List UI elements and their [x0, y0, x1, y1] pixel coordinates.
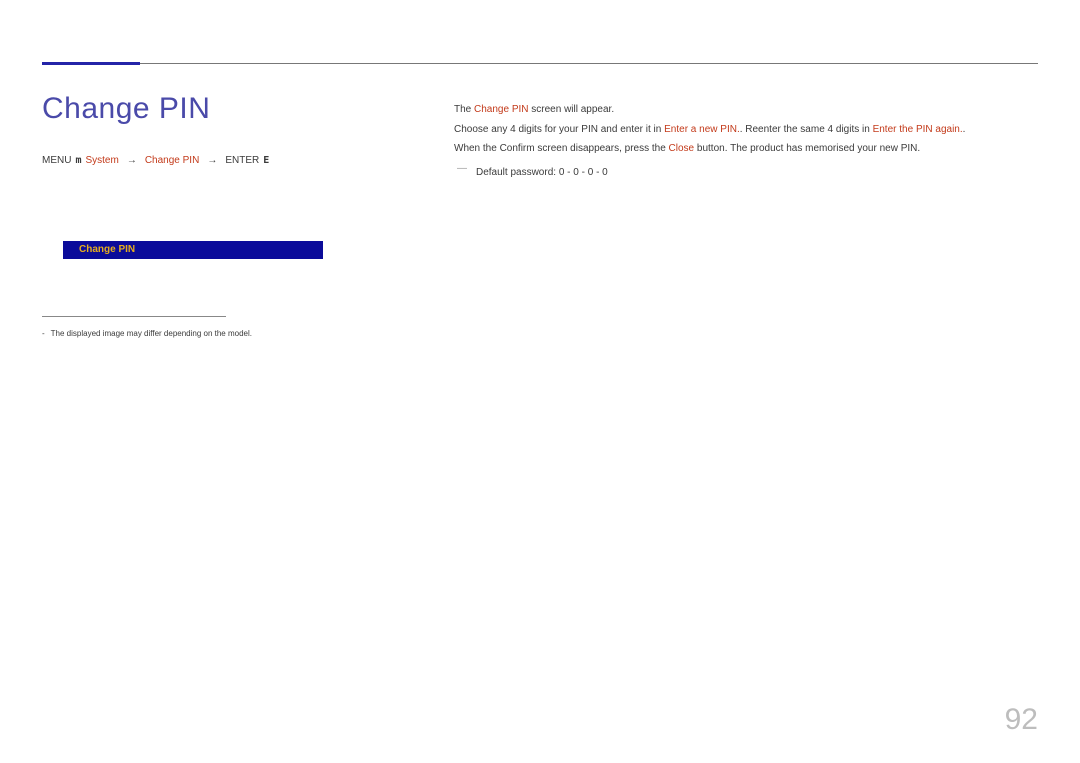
paragraph-2: Choose any 4 digits for your PIN and ent…	[454, 120, 1004, 140]
footnote-text: The displayed image may differ depending…	[51, 329, 252, 338]
note-text: Default password: 0 - 0 - 0 - 0	[476, 163, 608, 183]
text-highlight: Close	[669, 143, 695, 154]
breadcrumb-menu: MENU	[42, 155, 71, 166]
breadcrumb-enter: ENTER	[225, 155, 259, 166]
text-highlight: Enter the PIN again.	[873, 124, 963, 135]
menu-item-label: Change PIN	[79, 244, 135, 255]
footnote-rule	[42, 316, 226, 317]
top-rule	[42, 63, 1038, 64]
body-text: The Change PIN screen will appear. Choos…	[454, 100, 1004, 182]
text: Choose any 4 digits for your PIN and ent…	[454, 124, 664, 135]
arrow-right-icon: →	[203, 155, 221, 166]
text: The	[454, 104, 474, 115]
text: screen will appear.	[529, 104, 615, 115]
footnote: -The displayed image may differ dependin…	[42, 328, 342, 339]
text: - 0	[579, 167, 593, 178]
text: When the Confirm screen disappears, pres…	[454, 143, 669, 154]
footnote-dash: -	[42, 329, 51, 338]
text: . Reenter the same 4 digits in	[740, 124, 873, 135]
document-page: Change PIN MENU m System → Change PIN → …	[0, 0, 1080, 763]
text-highlight: Change PIN	[474, 104, 528, 115]
text: - 0	[593, 167, 607, 178]
menu-glyph-icon: m	[75, 155, 81, 166]
breadcrumb-system: System	[85, 155, 118, 166]
enter-glyph-icon: E	[263, 155, 269, 166]
top-accent-bar	[42, 62, 140, 65]
paragraph-1: The Change PIN screen will appear.	[454, 100, 1004, 120]
text-highlight: Enter a new PIN.	[664, 124, 740, 135]
text: Default password: 0	[476, 167, 564, 178]
breadcrumb-change-pin: Change PIN	[145, 155, 199, 166]
note-dash-icon: ―	[454, 163, 470, 173]
page-title: Change PIN	[42, 92, 210, 126]
text: button. The product has memorised your n…	[694, 143, 920, 154]
page-number: 92	[1005, 703, 1038, 737]
note-row: ― Default password: 0 - 0 - 0 - 0	[454, 163, 1004, 183]
breadcrumb: MENU m System → Change PIN → ENTER E	[42, 155, 269, 166]
menu-item-change-pin[interactable]: Change PIN	[63, 241, 323, 259]
arrow-right-icon: →	[123, 155, 141, 166]
text: .	[963, 124, 966, 135]
text: - 0	[564, 167, 578, 178]
paragraph-3: When the Confirm screen disappears, pres…	[454, 139, 1004, 159]
